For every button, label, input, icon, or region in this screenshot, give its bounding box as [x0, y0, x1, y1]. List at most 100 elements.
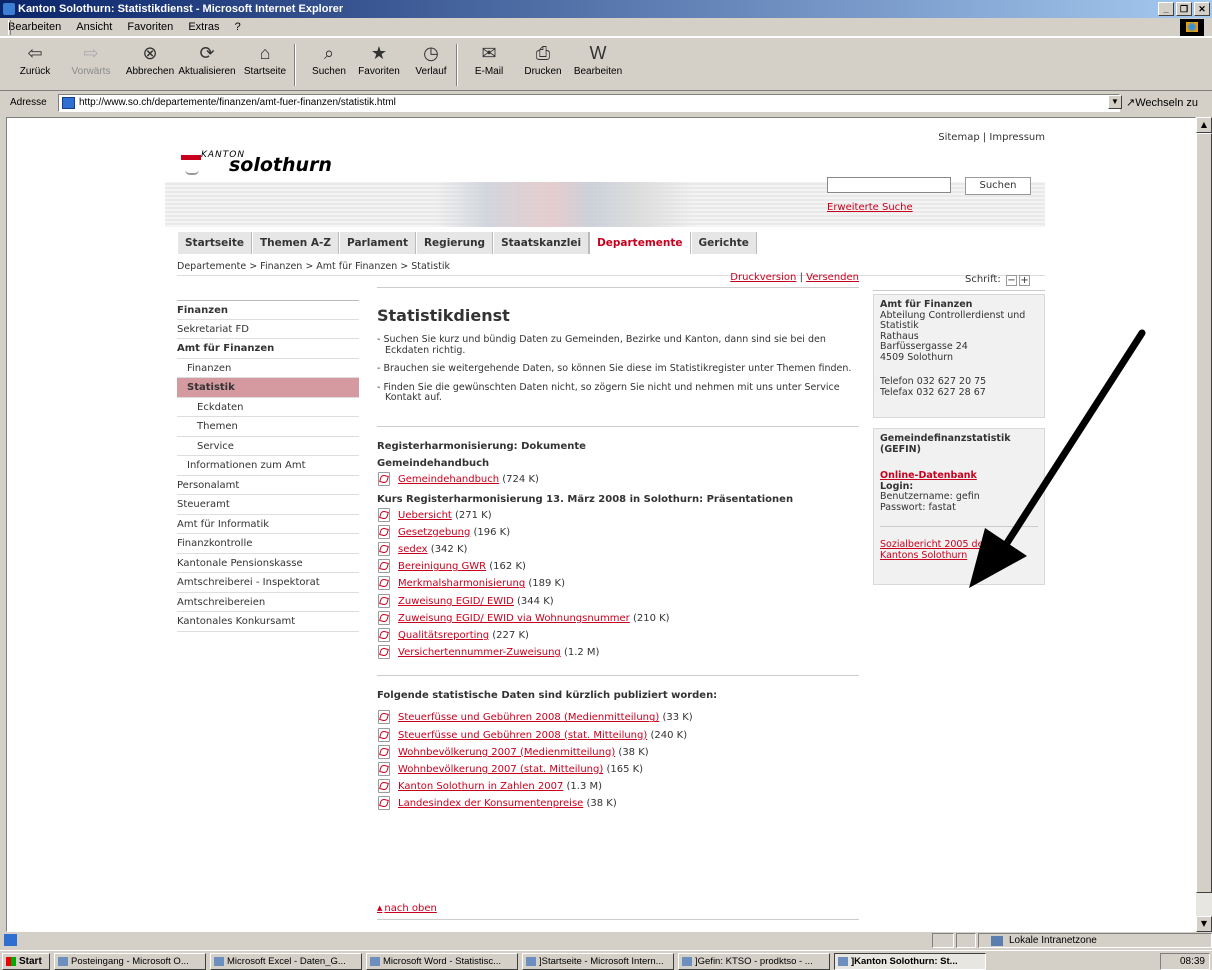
search-input[interactable]	[827, 177, 951, 193]
leftnav-amt-fuer-finanzen[interactable]: Amt für Finanzen	[177, 339, 359, 359]
leftnav-steueramt[interactable]: Steueramt	[177, 495, 359, 515]
history-button[interactable]: ◷ Verlauf	[404, 42, 458, 77]
advanced-search-link[interactable]: Erweiterte Suche	[827, 202, 913, 213]
forward-button[interactable]: ⇨ Vorwärts	[64, 42, 118, 77]
leftnav-informatik[interactable]: Amt für Informatik	[177, 515, 359, 534]
search-button[interactable]: ⌕ Suchen	[302, 42, 356, 77]
document-link[interactable]: Qualitätsreporting	[398, 630, 489, 641]
document-link[interactable]: Steuerfüsse und Gebühren 2008 (Medienmit…	[398, 712, 659, 723]
document-item: Kanton Solothurn in Zahlen 2007 (1.3 M)	[377, 778, 859, 795]
leftnav-finanzen[interactable]: Finanzen	[177, 300, 359, 320]
title-bar: Kanton Solothurn: Statistikdienst - Micr…	[0, 0, 1212, 18]
edit-button[interactable]: W Bearbeiten	[568, 42, 628, 77]
page-status-icon	[4, 934, 17, 946]
document-link[interactable]: Bereinigung GWR	[398, 561, 486, 572]
sitemap-link[interactable]: Sitemap	[938, 132, 979, 143]
print-version-link[interactable]: Druckversion	[730, 272, 796, 283]
leftnav-amtschreibereien[interactable]: Amtschreibereien	[177, 593, 359, 612]
close-button[interactable]: ✕	[1194, 2, 1210, 16]
menu-ansicht[interactable]: Ansicht	[76, 21, 112, 33]
taskbar-ie-active[interactable]: ]Kanton Solothurn: St...	[834, 953, 986, 970]
leftnav-konkursamt[interactable]: Kantonales Konkursamt	[177, 612, 359, 632]
leftnav-personalamt[interactable]: Personalamt	[177, 476, 359, 495]
nav-tab-themen[interactable]: Themen A-Z	[251, 232, 340, 254]
document-link[interactable]: Gesetzgebung	[398, 527, 470, 538]
vertical-scrollbar[interactable]: ▲ ▼	[1196, 117, 1212, 932]
document-link[interactable]: Landesindex der Konsumentenpreise	[398, 798, 583, 809]
document-link[interactable]: Kanton Solothurn in Zahlen 2007	[398, 781, 563, 792]
document-link[interactable]: Zuweisung EGID/ EWID via Wohnungsnummer	[398, 613, 630, 624]
taskbar-excel[interactable]: Microsoft Excel - Daten_G...	[210, 953, 362, 970]
address-input[interactable]: http://www.so.ch/departemente/finanzen/a…	[58, 94, 1120, 112]
nav-tab-departemente[interactable]: Departemente	[589, 232, 691, 254]
document-link[interactable]: sedex	[398, 544, 428, 555]
menu-extras[interactable]: Extras	[188, 21, 219, 33]
back-button[interactable]: ⇦ Zurück	[8, 42, 62, 77]
leftnav-pensionskasse[interactable]: Kantonale Pensionskasse	[177, 554, 359, 573]
leftnav-finanzen-sub[interactable]: Finanzen	[177, 359, 359, 378]
minimize-button[interactable]: _	[1158, 2, 1174, 16]
leftnav-service[interactable]: Service	[177, 437, 359, 456]
nav-tab-startseite[interactable]: Startseite	[177, 232, 252, 254]
start-button[interactable]: Start	[2, 953, 50, 970]
scroll-thumb[interactable]	[1196, 133, 1212, 893]
document-link[interactable]: Wohnbevölkerung 2007 (stat. Mitteilung)	[398, 764, 603, 775]
toolbar: ⇦ Zurück ⇨ Vorwärts ⊗ Abbrechen ⟳ Aktualisie…	[0, 37, 1212, 91]
home-button[interactable]: ⌂ Startseite	[238, 42, 292, 77]
taskbar-ie-gefin[interactable]: ]Gefin: KTSO - prodktso - ...	[678, 953, 830, 970]
document-link[interactable]: Versichertennummer-Zuweisung	[398, 647, 561, 658]
leftnav-eckdaten[interactable]: Eckdaten	[177, 398, 359, 417]
menu-favoriten[interactable]: Favoriten	[127, 21, 173, 33]
favorites-button[interactable]: ★ Favoriten	[352, 42, 406, 77]
impressum-link[interactable]: Impressum	[989, 132, 1045, 143]
leftnav-finanzkontrolle[interactable]: Finanzkontrolle	[177, 534, 359, 554]
leftnav-inspektorat[interactable]: Amtschreiberei - Inspektorat	[177, 573, 359, 593]
leftnav-informationen[interactable]: Informationen zum Amt	[177, 456, 359, 476]
mail-button[interactable]: ✉ E-Mail	[462, 42, 516, 77]
maximize-button[interactable]: ❐	[1176, 2, 1192, 16]
scroll-down-button[interactable]: ▼	[1196, 916, 1212, 932]
leftnav-themen[interactable]: Themen	[177, 417, 359, 437]
menu-help[interactable]: ?	[235, 21, 241, 33]
refresh-button[interactable]: ⟳ Aktualisieren	[176, 42, 238, 77]
taskbar-outlook[interactable]: Posteingang - Microsoft O...	[54, 953, 206, 970]
online-datenbank-link[interactable]: Online-Datenbank	[880, 470, 1038, 482]
sozialbericht-link[interactable]: Sozialbericht 2005 des Kantons Solothurn	[880, 539, 1038, 561]
internet-explorer-icon	[3, 3, 15, 15]
font-increase-button[interactable]: +	[1018, 275, 1030, 286]
document-link[interactable]: Wohnbevölkerung 2007 (Medienmitteilung)	[398, 747, 615, 758]
document-link[interactable]: Merkmalsharmonisierung	[398, 578, 525, 589]
search-submit-button[interactable]: Suchen	[965, 177, 1031, 195]
pdf-icon	[377, 471, 390, 486]
logo-curve	[185, 170, 199, 175]
font-decrease-button[interactable]: −	[1005, 275, 1017, 286]
taskbar-word[interactable]: Microsoft Word - Statistisc...	[366, 953, 518, 970]
group-title: Gemeindehandbuch	[377, 457, 490, 469]
send-link[interactable]: Versenden	[806, 272, 859, 283]
scroll-up-button[interactable]: ▲	[1196, 117, 1212, 133]
leftnav-sekretariat[interactable]: Sekretariat FD	[177, 320, 359, 339]
breadcrumb: Departemente > Finanzen > Amt für Finanz…	[177, 261, 450, 272]
file-size: (1.3 M)	[566, 781, 603, 793]
back-to-top-link[interactable]: ▲ nach oben	[377, 903, 437, 914]
divider	[377, 919, 859, 920]
go-button[interactable]: ↗Wechseln zu	[1126, 92, 1198, 114]
nav-tab-gerichte[interactable]: Gerichte	[690, 232, 757, 254]
taskbar-ie-startseite[interactable]: ]Startseite - Microsoft Intern...	[522, 953, 674, 970]
stop-button[interactable]: ⊗ Abbrechen	[122, 42, 178, 77]
file-size: (38 K)	[586, 798, 617, 810]
leftnav-statistik[interactable]: Statistik	[177, 378, 359, 398]
document-link[interactable]: Steuerfüsse und Gebühren 2008 (stat. Mit…	[398, 730, 647, 741]
document-link[interactable]: Uebersicht	[398, 510, 452, 521]
pdf-icon	[377, 542, 390, 557]
status-cell	[932, 933, 954, 948]
nav-tab-regierung[interactable]: Regierung	[415, 232, 494, 254]
nav-tab-parlament[interactable]: Parlament	[339, 232, 416, 254]
menu-bearbeiten[interactable]: Bearbeiten	[8, 21, 61, 33]
document-link[interactable]: Gemeindehandbuch	[398, 474, 499, 485]
address-dropdown-button[interactable]: ▼	[1108, 95, 1122, 109]
nav-tab-staatskanzlei[interactable]: Staatskanzlei	[493, 232, 590, 254]
document-list: Gemeindehandbuch (724 K)	[377, 471, 859, 488]
print-button[interactable]: ⎙ Drucken	[516, 42, 570, 77]
document-link[interactable]: Zuweisung EGID/ EWID	[398, 596, 514, 607]
